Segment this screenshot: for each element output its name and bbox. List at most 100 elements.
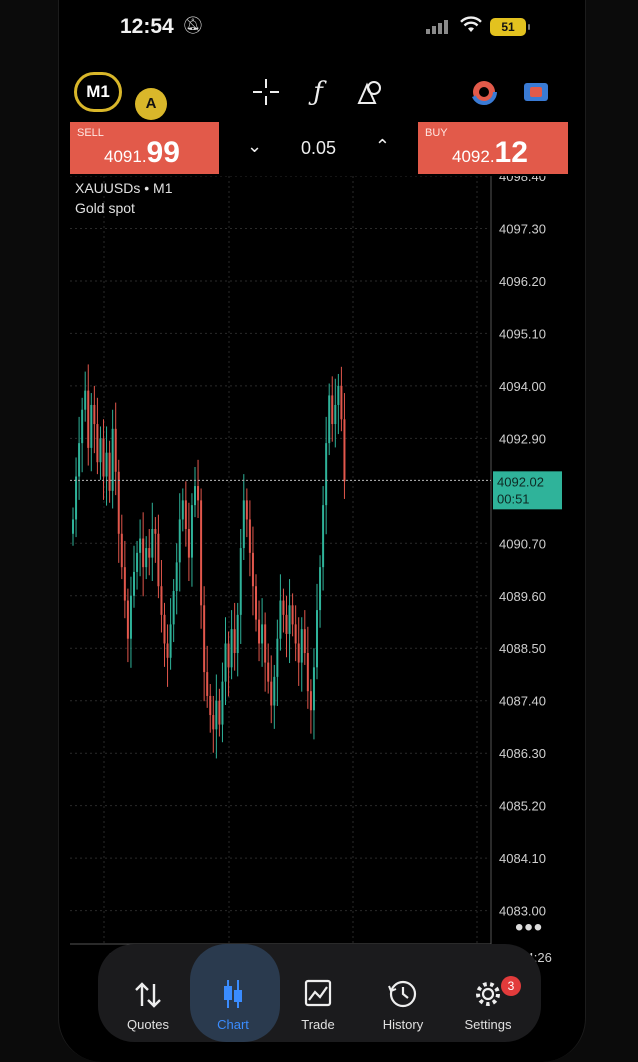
candle-body [236,614,239,654]
candle-body [96,424,99,463]
candle-body [169,624,172,658]
y-tick-label: 4094.00 [499,379,546,394]
buy-label: BUY [425,127,448,139]
candle-body [111,428,114,491]
candle-body [99,438,102,463]
candle-body [273,676,276,706]
chart-symbol: XAUUSDs • M1 [75,180,173,196]
candle-body [90,404,93,448]
candle-body [154,528,157,534]
candle-body [255,586,257,620]
candle-body [316,610,318,668]
candle-body [276,638,279,677]
y-tick-label: 4084.10 [499,851,546,866]
current-price-label: 4092.02 [497,474,544,489]
candle-body [136,552,139,572]
nav-quotes-label: Quotes [127,1017,169,1032]
candle-body [133,571,135,596]
candle-body [288,605,291,634]
timeframe-button[interactable]: M1 [74,72,122,112]
status-time: 12:54 [120,15,174,38]
candle-body [312,667,315,711]
nav-quotes[interactable]: Quotes [108,944,188,1042]
nav-chart[interactable]: Chart [190,944,280,1042]
candle-body [233,629,236,654]
status-bar: 12:54 🔕︎ 51 [58,0,584,56]
settings-notification-badge: 3 [501,976,521,996]
buy-price: 4092.12 [452,136,528,169]
candle-body [81,409,84,444]
nav-history[interactable]: History [363,944,443,1042]
candles-icon [224,980,242,1008]
autotrading-badge[interactable]: A [135,88,167,120]
price-chart[interactable]: 4098.40 4097.30 4096.20 4095.10 4094.00 4092.… [70,176,568,966]
chart-toolbar: M1 A ƒ [58,66,584,120]
history-clock-icon [388,980,417,1008]
candle-body [221,681,224,725]
candle-body [78,443,81,477]
candle-body [258,619,261,644]
candle-body [303,629,306,654]
candle-body [84,390,87,410]
candle-body [203,605,206,673]
candle-body [172,591,175,625]
candle-body [184,500,187,529]
account-icon[interactable] [520,76,552,108]
crosshair-icon[interactable] [250,76,282,108]
candle-body [206,672,209,696]
candle-body [93,404,96,425]
candle-body [108,452,111,491]
candle-body [139,538,142,553]
candle-body [331,395,334,425]
candle-body [245,500,248,520]
more-options-icon[interactable]: ••• [515,914,543,942]
candle-body [306,653,309,692]
candle-body [322,505,325,568]
objects-icon[interactable] [354,76,386,108]
candle-body [215,700,218,730]
candle-body [279,600,282,639]
candle-body [239,548,242,615]
candle-body [285,614,288,634]
candle-body [151,528,154,558]
volume-increase-button[interactable]: ⌃ [375,136,390,157]
candle-body [291,605,294,625]
sell-label: SELL [77,127,104,139]
candle-body [175,562,178,592]
candle-body [105,452,108,477]
candle-body [148,548,151,558]
bar-countdown-label: 00:51 [497,491,530,506]
candle-body [248,519,251,553]
candle-body [242,500,245,549]
candle-body [166,643,169,658]
nav-history-label: History [382,1017,424,1032]
y-tick-label: 4085.20 [499,799,546,814]
candle-body [126,600,129,639]
candle-body [102,438,105,477]
battery-icon: 51 [490,18,530,36]
quotes-arrows-icon [135,982,161,1008]
candle-body [145,548,148,568]
candle-body [75,476,78,520]
signal-icon [426,20,448,34]
candle-body [160,586,163,615]
candle-body [114,428,117,472]
candle-body [270,681,273,706]
buy-button[interactable]: BUY 4092.12 [418,122,568,174]
candle-body [197,486,200,501]
y-tick-label: 4089.60 [499,589,546,604]
sell-button[interactable]: SELL 4091.99 [70,122,219,174]
candle-body [294,624,297,644]
candle-body [187,528,190,558]
nav-trade[interactable]: Trade [278,944,358,1042]
function-icon[interactable]: ƒ [302,76,334,108]
candle-body [227,643,230,668]
candle-body [261,624,264,644]
candle-body [194,486,196,506]
y-tick-label: 4096.20 [499,274,546,289]
candle-body [190,505,193,558]
candle-body [319,567,322,611]
candle-body [224,643,227,682]
indicator-circle-icon[interactable] [468,76,500,108]
bottom-navigation: Quotes Chart Trade History Settings [98,944,541,1042]
